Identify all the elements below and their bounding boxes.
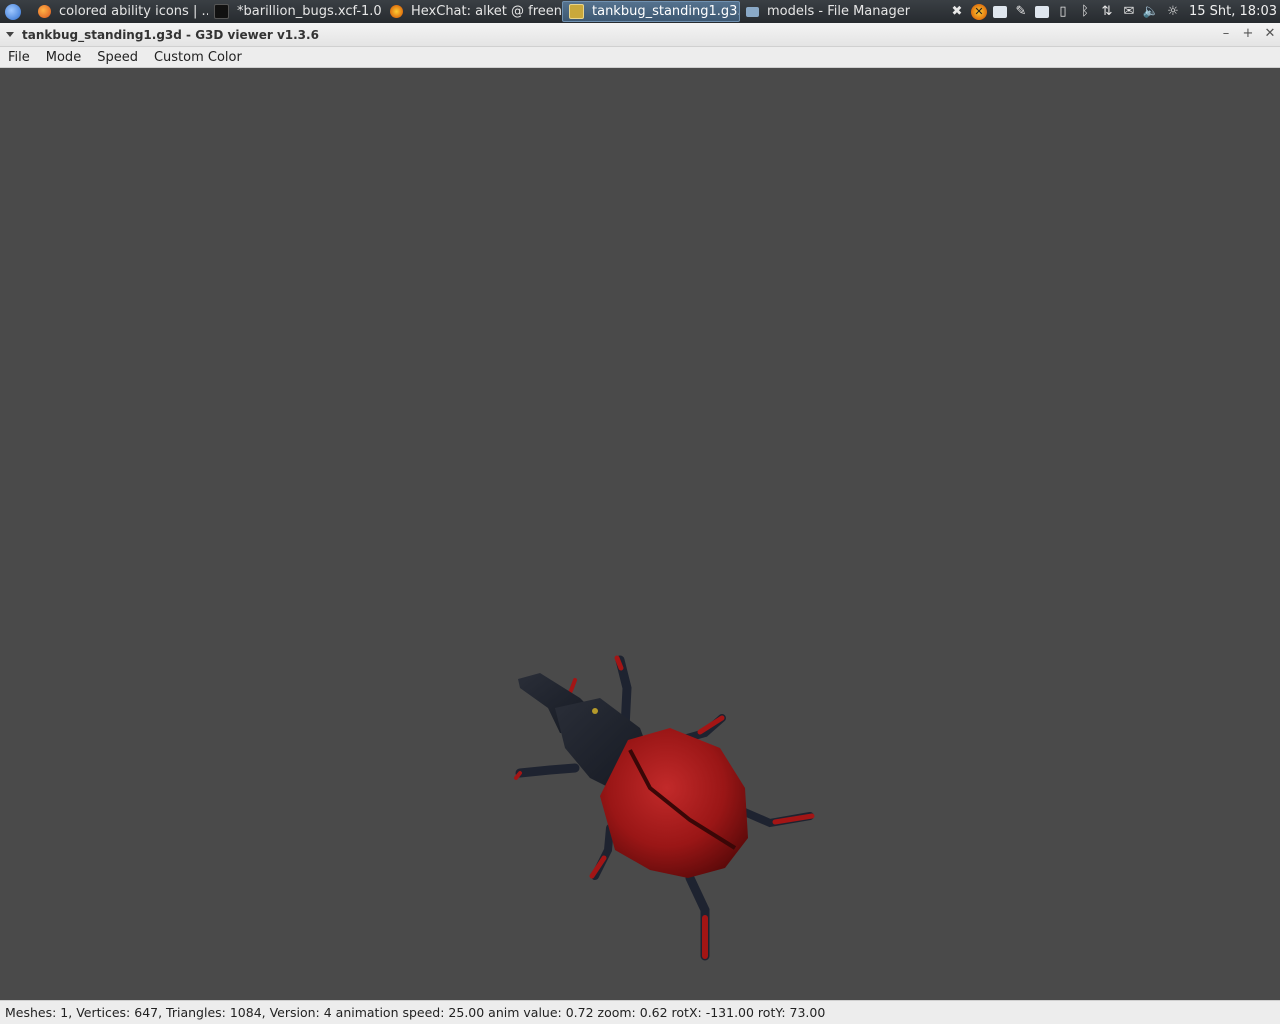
mail-icon[interactable]: ✉ — [1121, 4, 1137, 20]
firefox-icon — [38, 5, 51, 18]
close-button[interactable]: ✕ — [1262, 26, 1278, 42]
minimize-button[interactable]: – — [1218, 26, 1234, 42]
task-label: models - File Manager — [767, 4, 910, 19]
window-title: tankbug_standing1.g3d - G3D viewer v1.3.… — [22, 28, 319, 42]
updates-icon[interactable]: ☼ — [1165, 4, 1181, 20]
folder-icon — [746, 6, 759, 17]
bluetooth-icon[interactable]: ᛒ — [1077, 4, 1093, 20]
status-bar: Meshes: 1, Vertices: 647, Triangles: 108… — [0, 1000, 1280, 1024]
task-hexchat[interactable]: HexChat: alket @ freen... — [384, 1, 562, 22]
task-label: *barillion_bugs.xcf-1.0 ... — [237, 4, 384, 19]
menu-mode[interactable]: Mode — [38, 50, 89, 65]
g3d-viewer-icon — [569, 4, 584, 19]
clock[interactable]: 15 Sht, 18:03 — [1189, 4, 1277, 19]
system-tray: ✖ ✕ ✎ ▯ ᛒ ⇅ ✉ 🔈 ☼ 15 Sht, 18:03 — [949, 0, 1280, 23]
task-label: tankbug_standing1.g3... — [592, 4, 740, 19]
task-label: colored ability icons | ... — [59, 4, 208, 19]
task-g3d-viewer[interactable]: tankbug_standing1.g3... — [562, 1, 740, 22]
hexchat-tray-icon[interactable]: ✕ — [971, 3, 987, 20]
task-label: HexChat: alket @ freen... — [411, 4, 562, 19]
network-icon[interactable]: ⇅ — [1099, 4, 1115, 20]
task-file-manager[interactable]: models - File Manager — [740, 1, 910, 22]
xfce-logo-icon — [5, 3, 21, 20]
window-title-bar[interactable]: tankbug_standing1.g3d - G3D viewer v1.3.… — [0, 23, 1280, 47]
app-menu-launcher[interactable] — [2, 0, 24, 23]
status-text: Meshes: 1, Vertices: 647, Triangles: 108… — [5, 1005, 826, 1020]
notes-icon[interactable]: ✎ — [1013, 4, 1029, 20]
3d-viewport[interactable] — [0, 68, 1280, 1000]
menu-custom-color[interactable]: Custom Color — [146, 50, 250, 65]
clipboard-icon[interactable]: ▯ — [1055, 4, 1071, 20]
maximize-button[interactable]: + — [1240, 26, 1256, 42]
volume-icon[interactable]: 🔈 — [1143, 4, 1159, 20]
task-list: colored ability icons | ... *barillion_b… — [32, 0, 910, 23]
hexchat-icon — [390, 5, 403, 18]
task-gimp[interactable]: *barillion_bugs.xcf-1.0 ... — [208, 1, 384, 22]
beetle-eye — [592, 708, 598, 714]
beetle-model — [514, 655, 815, 961]
window-menu-icon[interactable] — [6, 32, 14, 37]
task-firefox[interactable]: colored ability icons | ... — [32, 1, 208, 22]
menu-speed[interactable]: Speed — [89, 50, 146, 65]
dropbox-icon[interactable]: ✖ — [949, 4, 965, 20]
top-panel: colored ability icons | ... *barillion_b… — [0, 0, 1280, 23]
folder-tray-icon[interactable] — [993, 5, 1007, 18]
display-icon[interactable] — [1035, 5, 1049, 18]
gimp-icon — [214, 4, 229, 19]
menu-file[interactable]: File — [0, 50, 38, 65]
menu-bar: File Mode Speed Custom Color — [0, 47, 1280, 68]
